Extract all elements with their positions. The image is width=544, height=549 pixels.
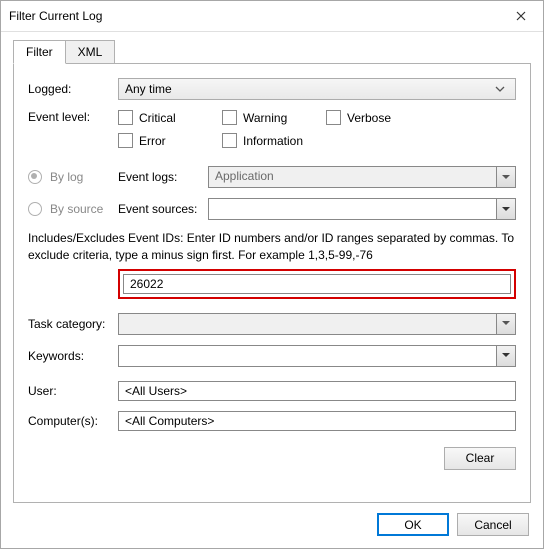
tab-content: Logged: Any time Event level: Critical W (13, 63, 531, 503)
event-sources-value (209, 199, 496, 219)
close-icon (516, 11, 526, 21)
computers-input[interactable] (118, 411, 516, 431)
event-sources-combo[interactable] (208, 198, 516, 220)
chevron-down-icon (496, 346, 515, 366)
logged-dropdown[interactable]: Any time (118, 78, 516, 100)
tab-filter[interactable]: Filter (13, 40, 66, 64)
dialog-body: Filter XML Logged: Any time Event level: (1, 32, 543, 515)
keywords-combo[interactable] (118, 345, 516, 367)
task-category-value (119, 314, 496, 334)
label-event-sources: Event sources: (118, 202, 208, 216)
event-id-highlight (118, 269, 516, 299)
titlebar: Filter Current Log (1, 1, 543, 32)
checkbox-error[interactable]: Error (118, 133, 214, 148)
chevron-down-icon (495, 86, 513, 92)
chevron-down-icon (496, 167, 515, 187)
event-logs-combo[interactable]: Application (208, 166, 516, 188)
label-logged: Logged: (28, 82, 118, 96)
dialog-window: Filter Current Log Filter XML Logged: An… (0, 0, 544, 549)
label-event-level: Event level: (28, 110, 118, 124)
logged-value: Any time (125, 82, 172, 96)
tab-xml[interactable]: XML (65, 40, 116, 64)
ok-button[interactable]: OK (377, 513, 449, 536)
chevron-down-icon (496, 314, 515, 334)
chevron-down-icon (496, 199, 515, 219)
checkbox-warning[interactable]: Warning (222, 110, 318, 125)
event-logs-value: Application (209, 167, 496, 187)
label-event-logs: Event logs: (118, 170, 208, 184)
cancel-button[interactable]: Cancel (457, 513, 529, 536)
label-computers: Computer(s): (28, 414, 118, 428)
label-task-category: Task category: (28, 317, 118, 331)
close-button[interactable] (499, 1, 543, 31)
checkbox-verbose[interactable]: Verbose (326, 110, 446, 125)
radio-by-log[interactable]: By log (28, 170, 118, 185)
tab-strip: Filter XML (13, 40, 531, 64)
window-title: Filter Current Log (9, 9, 102, 23)
radio-by-source[interactable]: By source (28, 202, 118, 217)
event-id-input[interactable] (123, 274, 511, 294)
dialog-buttons: OK Cancel (377, 513, 529, 536)
checkbox-information[interactable]: Information (222, 133, 342, 148)
user-input[interactable] (118, 381, 516, 401)
keywords-value (119, 346, 496, 366)
help-text: Includes/Excludes Event IDs: Enter ID nu… (28, 230, 516, 265)
clear-button[interactable]: Clear (444, 447, 516, 470)
label-user: User: (28, 384, 118, 398)
checkbox-critical[interactable]: Critical (118, 110, 214, 125)
label-keywords: Keywords: (28, 349, 118, 363)
task-category-combo[interactable] (118, 313, 516, 335)
